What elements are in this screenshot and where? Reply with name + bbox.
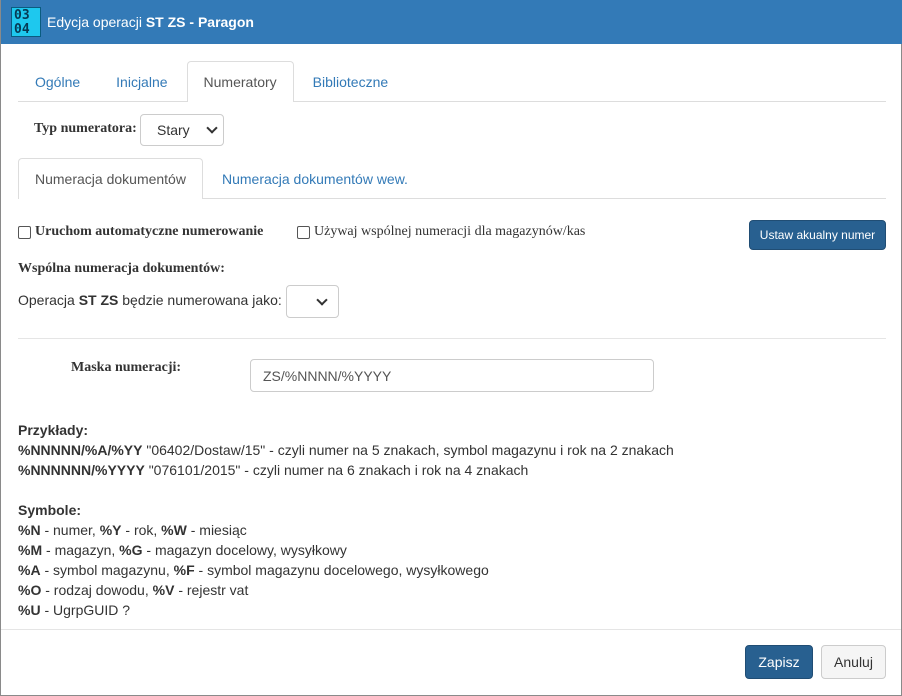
- mask-label: Maska numeracji:: [71, 360, 182, 375]
- example-line: %NNNNNN/%YYYY "076101/2015" - czyli nume…: [18, 460, 674, 480]
- examples-title: Przykłady:: [18, 422, 89, 438]
- checkbox-box[interactable]: [18, 225, 31, 239]
- symbol-desc: - rok,: [121, 522, 162, 538]
- operation-numbering-select[interactable]: [286, 285, 339, 318]
- symbol-line: %M - magazyn, %G - magazyn docelowy, wys…: [18, 540, 489, 560]
- symbol-desc: - symbol magazynu,: [40, 562, 174, 578]
- divider: [18, 338, 886, 339]
- tab-numeracja-dokumentow-wew[interactable]: Numeracja dokumentów wew.: [205, 158, 425, 198]
- symbol-desc: - miesiąc: [186, 522, 247, 538]
- set-current-number-button[interactable]: Ustaw akualny numer: [749, 220, 886, 250]
- save-button[interactable]: Zapisz: [745, 645, 813, 679]
- symbol-desc: - symbol magazynu docelowego, wysyłkoweg…: [194, 562, 489, 578]
- symbol-desc: - magazyn,: [42, 542, 120, 558]
- symbol-code: %G: [119, 542, 143, 558]
- symbol-code: %N: [18, 522, 41, 538]
- auto-numbering-checkbox[interactable]: Uruchom automatyczne numerowanie: [18, 224, 263, 240]
- symbol-code: %U: [18, 602, 41, 618]
- tab-ogolne[interactable]: Ogólne: [18, 61, 97, 101]
- dialog-window: 03 04 Edycja operacji ST ZS - Paragon Og…: [0, 0, 902, 696]
- shared-numbering-label: Używaj wspólnej numeracji dla magazynów/…: [314, 224, 586, 239]
- numbering-tabs: Numeracja dokumentów Numeracja dokumentó…: [18, 158, 886, 199]
- window-title-prefix: Edycja operacji: [47, 14, 146, 30]
- symbol-desc: - rejestr vat: [174, 582, 249, 598]
- mask-input[interactable]: [250, 359, 654, 392]
- operation-suffix: będzie numerowana jako:: [118, 292, 282, 308]
- operation-code: ST ZS: [78, 292, 119, 308]
- symbol-code: %M: [18, 542, 43, 558]
- operation-select-box[interactable]: [286, 285, 339, 318]
- symbol-desc: - numer,: [40, 522, 100, 538]
- symbol-code: %V: [152, 582, 175, 598]
- symbol-desc: - magazyn docelowy, wysyłkowy: [142, 542, 347, 558]
- symbol-desc: - rodzaj dowodu,: [41, 582, 153, 598]
- example-code: %NNNNN/%A/%YY: [18, 442, 143, 458]
- example-desc: "076101/2015" - czyli numer na 6 znakach…: [144, 462, 529, 478]
- symbol-code: %W: [161, 522, 187, 538]
- window-title-bold: ST ZS - Paragon: [145, 14, 254, 30]
- tab-numeratory[interactable]: Numeratory: [186, 61, 294, 102]
- icon-digits-bottom: 04: [14, 22, 30, 37]
- example-line: %NNNNN/%A/%YY "06402/Dostaw/15" - czyli …: [18, 440, 674, 460]
- symbol-code: %A: [18, 562, 41, 578]
- symbol-desc: - UgrpGUID ?: [40, 602, 131, 618]
- shared-numbering-section-title: Wspólna numeracja dokumentów:: [18, 261, 225, 276]
- examples-section: Przykłady: %NNNNN/%A/%YY "06402/Dostaw/1…: [18, 420, 674, 480]
- main-tabs: Ogólne Inicjalne Numeratory Biblioteczne: [18, 61, 886, 102]
- symbols-title: Symbole:: [18, 502, 82, 518]
- example-desc: "06402/Dostaw/15" - czyli numer na 5 zna…: [142, 442, 674, 458]
- tab-biblioteczne[interactable]: Biblioteczne: [296, 61, 406, 101]
- symbol-line: %N - numer, %Y - rok, %W - miesiąc: [18, 520, 489, 540]
- tab-numeracja-dokumentow[interactable]: Numeracja dokumentów: [18, 158, 203, 199]
- title-bar: 03 04 Edycja operacji ST ZS - Paragon: [1, 0, 902, 44]
- operation-prefix: Operacja: [18, 292, 79, 308]
- app-logo-icon: 03 04: [11, 7, 41, 37]
- operation-numbering-text: Operacja ST ZS będzie numerowana jako:: [18, 292, 282, 308]
- shared-numbering-checkbox[interactable]: Używaj wspólnej numeracji dla magazynów/…: [297, 224, 585, 240]
- footer-divider: [1, 629, 901, 630]
- cancel-button[interactable]: Anuluj: [821, 645, 886, 679]
- numerator-type-label: Typ numeratora:: [34, 121, 137, 136]
- tab-inicjalne[interactable]: Inicjalne: [99, 61, 184, 101]
- auto-numbering-label: Uruchom automatyczne numerowanie: [35, 224, 264, 239]
- numerator-type-select[interactable]: Stary: [140, 114, 224, 146]
- symbol-code: %F: [173, 562, 195, 578]
- symbols-section: Symbole: %N - numer, %Y - rok, %W - mies…: [18, 500, 489, 620]
- symbol-code: %O: [18, 582, 42, 598]
- numerator-type-value: Stary: [157, 122, 190, 138]
- window-title: Edycja operacji ST ZS - Paragon: [47, 14, 254, 30]
- symbol-line: %O - rodzaj dowodu, %V - rejestr vat: [18, 580, 489, 600]
- symbol-code: %Y: [99, 522, 122, 538]
- example-code: %NNNNNN/%YYYY: [18, 462, 145, 478]
- symbol-line: %A - symbol magazynu, %F - symbol magazy…: [18, 560, 489, 580]
- icon-digits-top: 03: [14, 8, 30, 23]
- checkbox-box[interactable]: [297, 225, 310, 239]
- symbol-line: %U - UgrpGUID ?: [18, 600, 489, 620]
